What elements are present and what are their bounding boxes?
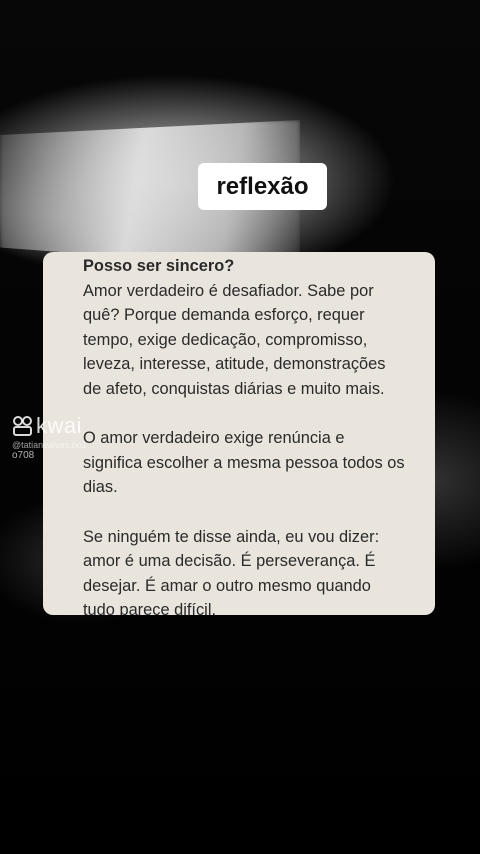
title-chip: reflexão: [198, 163, 327, 210]
card-heading: Posso ser sincero?: [83, 257, 235, 275]
card-paragraph-3: Se ninguém te disse ainda, eu vou dizer:…: [83, 527, 380, 615]
quote-card: Posso ser sincero? Amor verdadeiro é des…: [43, 252, 435, 615]
kwai-watermark: kwai @tatianealves.oo1 o708: [12, 413, 87, 461]
kwai-logo-icon: [12, 415, 34, 437]
watermark-handle: @tatianealves.oo1: [12, 440, 87, 450]
watermark-code: o708: [12, 450, 35, 461]
card-paragraph-1: Amor verdadeiro é desafiador. Sabe por q…: [83, 281, 386, 398]
watermark-logo-row: kwai: [12, 413, 87, 439]
watermark-brand: kwai: [36, 413, 83, 438]
title-text: reflexão: [216, 172, 309, 200]
card-paragraph-2: O amor verdadeiro exige renúncia e signi…: [83, 429, 405, 497]
